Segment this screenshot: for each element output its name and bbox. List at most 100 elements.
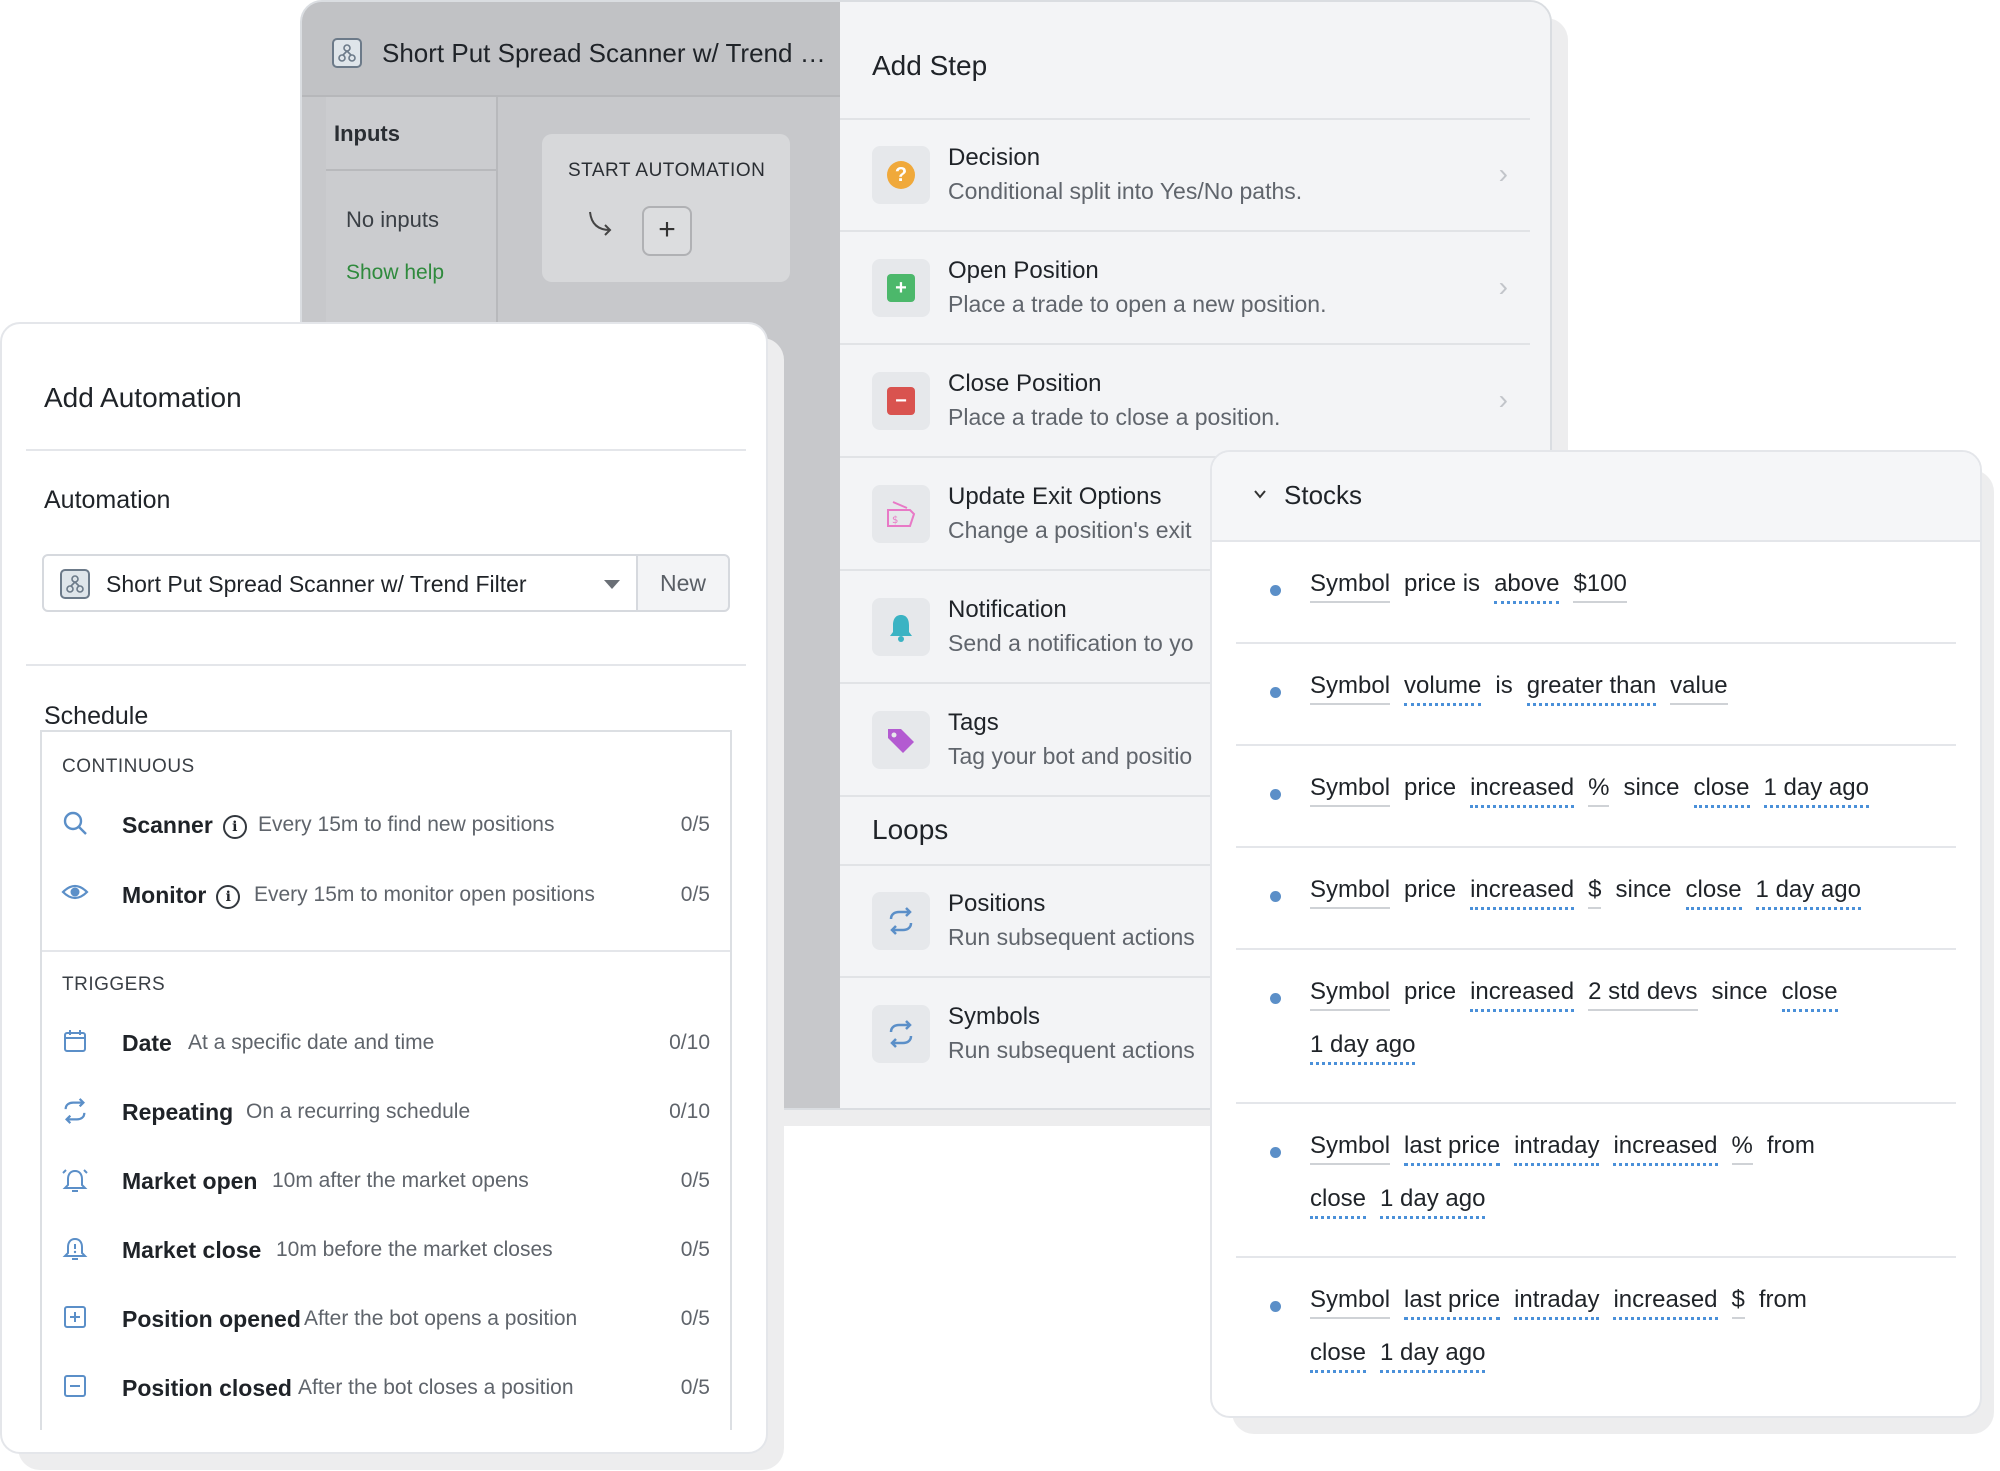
step-title: Notification bbox=[948, 596, 1067, 623]
condition-token[interactable]: close bbox=[1781, 978, 1838, 1012]
condition-token: price bbox=[1404, 774, 1457, 801]
condition-token[interactable]: close bbox=[1685, 876, 1742, 910]
schedule-option-market-open[interactable]: Market open 10m after the market opens 0… bbox=[42, 1148, 730, 1218]
automation-label: Automation bbox=[44, 486, 171, 514]
condition-token[interactable]: 1 day ago bbox=[1380, 1185, 1486, 1219]
condition-token[interactable]: intraday bbox=[1514, 1286, 1600, 1320]
condition-token[interactable]: increased bbox=[1470, 876, 1575, 910]
option-name: Date bbox=[122, 1030, 172, 1056]
loops-title: Loops bbox=[872, 814, 949, 845]
show-help-link[interactable]: Show help bbox=[346, 261, 444, 285]
schedule-option-market-close[interactable]: Market close 10m before the market close… bbox=[42, 1217, 730, 1287]
option-count: 0/10 bbox=[669, 1100, 710, 1123]
condition-token[interactable]: 1 day ago bbox=[1310, 1031, 1416, 1065]
condition-token[interactable]: increased bbox=[1613, 1132, 1718, 1166]
condition-row[interactable]: Symbol price increased $ since close 1 day ago bbox=[1236, 848, 1956, 950]
condition-token[interactable]: above bbox=[1494, 570, 1560, 604]
add-step-button[interactable]: + bbox=[642, 206, 692, 256]
condition-token[interactable]: last price bbox=[1404, 1132, 1501, 1166]
schedule-option-position-closed[interactable]: Position closed After the bot closes a p… bbox=[42, 1355, 730, 1425]
condition-token[interactable]: Symbol bbox=[1310, 672, 1391, 705]
condition-token[interactable]: Symbol bbox=[1310, 774, 1391, 807]
schedule-option-repeating[interactable]: Repeating On a recurring schedule 0/10 bbox=[42, 1079, 730, 1149]
condition-token: since bbox=[1615, 876, 1672, 903]
condition-token: from bbox=[1766, 1132, 1815, 1159]
condition-token[interactable]: value bbox=[1670, 672, 1728, 705]
option-name: Repeating bbox=[122, 1099, 234, 1125]
condition-token[interactable]: $ bbox=[1731, 1286, 1745, 1319]
condition-token[interactable]: Symbol bbox=[1310, 570, 1391, 603]
condition-token: from bbox=[1758, 1286, 1807, 1313]
condition-row[interactable]: Symbol last price intraday increased% from cl… bbox=[1236, 1104, 1956, 1258]
condition-token[interactable]: Symbol bbox=[1310, 1132, 1391, 1165]
step-close-position[interactable]: − Close Position Place a trade to close … bbox=[840, 346, 1530, 458]
condition-token[interactable]: increased bbox=[1470, 978, 1575, 1012]
condition-row[interactable]: Symbol price is above $100 bbox=[1236, 542, 1956, 644]
minus-square-icon: − bbox=[872, 372, 930, 430]
option-description: Every 15m to monitor open positions bbox=[254, 883, 595, 906]
bullet-dot bbox=[1270, 585, 1281, 596]
condition-token[interactable]: % bbox=[1588, 774, 1610, 807]
schedule-option-date[interactable]: Date At a specific date and time 0/10 bbox=[42, 1010, 730, 1080]
condition-row[interactable]: Symbol last price intraday increased $ from cl… bbox=[1236, 1258, 1956, 1412]
plus-square-icon: + bbox=[872, 259, 930, 317]
condition-token[interactable]: volume bbox=[1404, 672, 1482, 706]
step-subtitle: Place a trade to open a new position. bbox=[948, 291, 1327, 317]
condition-token[interactable]: % bbox=[1731, 1132, 1753, 1165]
stocks-header[interactable]: Stocks bbox=[1212, 452, 1980, 542]
stocks-conditions-panel: Stocks Symbol price is above $100 Symbol volu… bbox=[1210, 450, 1982, 1418]
condition-token[interactable]: close bbox=[1310, 1185, 1367, 1219]
condition-token[interactable]: $ bbox=[1588, 876, 1602, 909]
bell-alert-icon bbox=[60, 1235, 90, 1265]
condition-token[interactable]: 1 day ago bbox=[1380, 1339, 1486, 1373]
option-count: 0/5 bbox=[680, 1169, 710, 1192]
condition-token[interactable]: $100 bbox=[1573, 570, 1627, 603]
option-name: Scanner bbox=[122, 812, 213, 838]
option-name: Market close bbox=[122, 1237, 262, 1263]
option-name: Monitor bbox=[122, 882, 207, 908]
condition-token[interactable]: close bbox=[1693, 774, 1750, 808]
condition-row[interactable]: Symbol volume is greater than value bbox=[1236, 644, 1956, 746]
curved-arrow-icon bbox=[586, 208, 616, 245]
condition-token[interactable]: increased bbox=[1613, 1286, 1718, 1320]
condition-token[interactable]: Symbol bbox=[1310, 876, 1391, 909]
condition-token[interactable]: 1 day ago bbox=[1755, 876, 1861, 910]
info-icon[interactable]: i bbox=[216, 885, 241, 909]
workflow-icon bbox=[60, 569, 90, 599]
chevron-right-icon: › bbox=[1498, 158, 1508, 189]
svg-text:$: $ bbox=[892, 515, 898, 526]
alarm-icon bbox=[60, 1166, 90, 1196]
condition-token: price is bbox=[1404, 570, 1481, 597]
condition-token[interactable]: Symbol bbox=[1310, 978, 1391, 1011]
condition-token[interactable]: Symbol bbox=[1310, 1286, 1391, 1319]
schedule-option-monitor[interactable]: Monitor i Every 15m to monitor open posit… bbox=[42, 862, 730, 932]
step-title: Tags bbox=[948, 709, 999, 736]
schedule-option-position-opened[interactable]: Position opened After the bot opens a po… bbox=[42, 1286, 730, 1356]
automation-select[interactable]: Short Put Spread Scanner w/ Trend Filter bbox=[42, 554, 638, 612]
option-count: 0/5 bbox=[680, 1376, 710, 1399]
option-count: 0/5 bbox=[680, 1238, 710, 1261]
condition-token: price bbox=[1404, 876, 1457, 903]
schedule-label: Schedule bbox=[44, 702, 149, 730]
triggers-group-label: TRIGGERS bbox=[62, 974, 166, 995]
info-icon[interactable]: i bbox=[222, 815, 247, 839]
condition-token: price bbox=[1404, 978, 1457, 1005]
condition-token[interactable]: 1 day ago bbox=[1763, 774, 1869, 808]
new-automation-button[interactable]: New bbox=[636, 554, 730, 612]
condition-token[interactable]: increased bbox=[1470, 774, 1575, 808]
step-title: Symbols bbox=[948, 1003, 1041, 1030]
schedule-option-scanner[interactable]: Scanner i Every 15m to find new positions… bbox=[42, 792, 730, 862]
editor-titlebar: Short Put Spread Scanner w/ Trend Filter bbox=[302, 2, 840, 97]
option-description: 10m before the market closes bbox=[276, 1238, 553, 1261]
condition-token[interactable]: intraday bbox=[1514, 1132, 1600, 1166]
chevron-right-icon: › bbox=[1498, 271, 1508, 302]
step-decision[interactable]: ? Decision Conditional split into Yes/No… bbox=[840, 120, 1530, 232]
condition-token[interactable]: last price bbox=[1404, 1286, 1501, 1320]
condition-token[interactable]: 2 std devs bbox=[1588, 978, 1698, 1011]
step-open-position[interactable]: + Open Position Place a trade to open a … bbox=[840, 233, 1530, 345]
bell-icon bbox=[872, 598, 930, 656]
condition-token[interactable]: close bbox=[1310, 1339, 1367, 1373]
condition-row[interactable]: Symbol price increased 2 std devs since close… bbox=[1236, 950, 1956, 1104]
condition-row[interactable]: Symbol price increased% since close 1 day ago bbox=[1236, 746, 1956, 848]
condition-token[interactable]: greater than bbox=[1526, 672, 1657, 706]
